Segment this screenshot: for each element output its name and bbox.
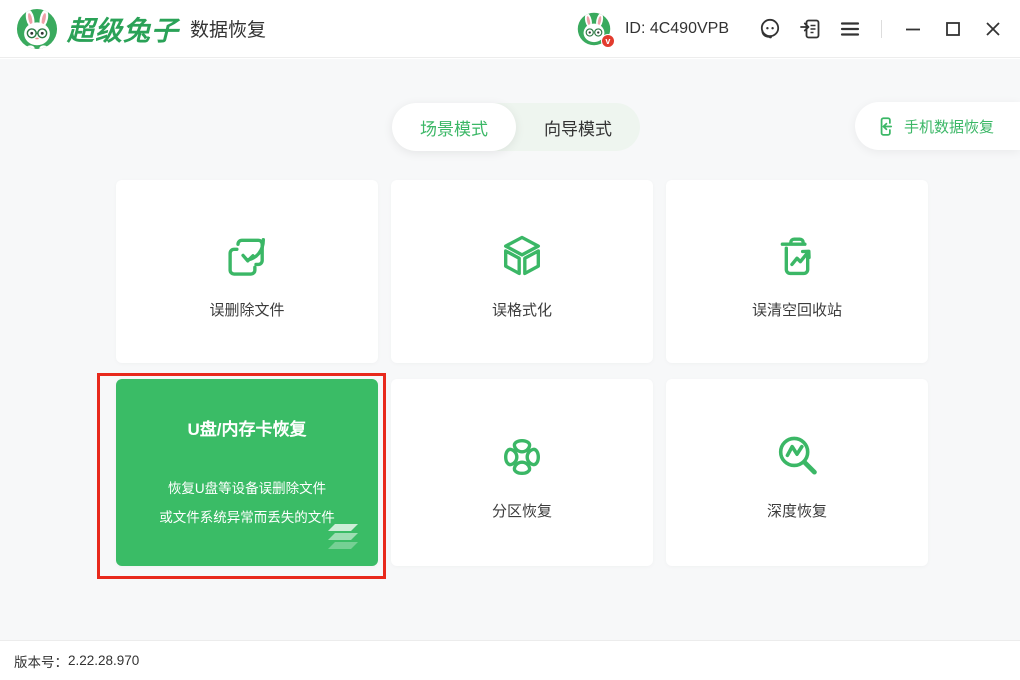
- deep-recovery-icon: [770, 430, 824, 484]
- brand-suffix: 数据恢复: [190, 15, 266, 42]
- mode-tabs: 场景模式 向导模式: [392, 103, 640, 151]
- card-recycle-bin[interactable]: 误清空回收站: [666, 180, 928, 363]
- recycle-bin-icon: [770, 229, 824, 283]
- layers-icon: [322, 522, 364, 554]
- app-logo: 超级兔子 数据恢复: [16, 8, 266, 50]
- deleted-files-icon: [220, 229, 274, 283]
- card-partition[interactable]: 分区恢复: [391, 379, 653, 566]
- feedback-icon[interactable]: [797, 16, 823, 42]
- vip-badge: v: [601, 34, 615, 48]
- formatted-icon: [495, 229, 549, 283]
- card-label: 分区恢复: [492, 500, 552, 521]
- version-label: 版本号：: [14, 651, 68, 671]
- version-value: 2.22.28.970: [68, 653, 139, 668]
- card-formatted[interactable]: 误格式化: [391, 180, 653, 363]
- card-label: 误删除文件: [209, 299, 284, 320]
- header-divider: [881, 20, 882, 38]
- user-id-label: ID: 4C490VPB: [625, 20, 729, 38]
- card-label: 误格式化: [492, 299, 552, 320]
- minimize-button[interactable]: [900, 16, 926, 42]
- phone-data-recovery-button[interactable]: 手机数据恢复: [855, 102, 1020, 150]
- phone-recovery-icon: [875, 116, 896, 137]
- card-label: 误清空回收站: [752, 299, 842, 320]
- rabbit-logo-icon: [16, 8, 58, 50]
- menu-icon[interactable]: [837, 16, 863, 42]
- partition-icon: [495, 430, 549, 484]
- tab-wizard-mode[interactable]: 向导模式: [516, 103, 640, 151]
- phone-data-recovery-label: 手机数据恢复: [904, 116, 994, 137]
- customer-support-icon[interactable]: [757, 16, 783, 42]
- card-label: 深度恢复: [767, 500, 827, 521]
- title-bar: 超级兔子 数据恢复: [0, 0, 1020, 58]
- card-usb-recovery[interactable]: U盘/内存卡恢复 恢复U盘等设备误删除文件 或文件系统异常而丢失的文件: [116, 379, 378, 566]
- card-deleted-files[interactable]: 误删除文件: [116, 180, 378, 363]
- close-button[interactable]: [980, 16, 1006, 42]
- maximize-button[interactable]: [940, 16, 966, 42]
- scenario-cards-grid: 误删除文件 误格式化: [116, 180, 928, 566]
- usb-recovery-title: U盘/内存卡恢复: [116, 379, 378, 440]
- user-avatar[interactable]: v: [577, 12, 611, 46]
- tab-scene-mode[interactable]: 场景模式: [392, 103, 516, 151]
- brand-name: 超级兔子: [67, 9, 179, 48]
- card-deep-recovery[interactable]: 深度恢复: [666, 379, 928, 566]
- status-bar: 版本号： 2.22.28.970: [0, 640, 1020, 680]
- main-content: 场景模式 向导模式 手机数据恢复 误删除文件: [0, 59, 1020, 640]
